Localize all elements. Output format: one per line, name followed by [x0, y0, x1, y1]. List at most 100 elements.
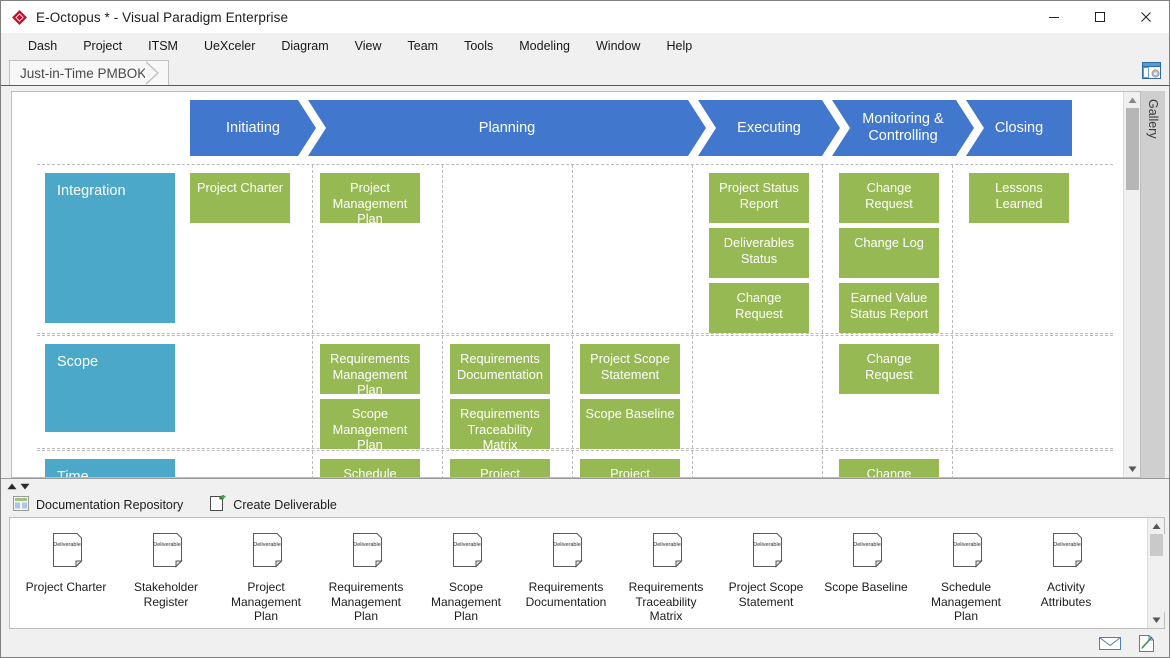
- menu-item-view[interactable]: View: [342, 36, 395, 56]
- list-item[interactable]: Deliverable ActivityAttributes: [1016, 530, 1116, 609]
- panel-splitter[interactable]: [1, 478, 1169, 492]
- deliverable-document-icon: Deliverable: [846, 530, 886, 576]
- card-lessons-learned[interactable]: LessonsLearned: [969, 173, 1069, 223]
- list-item[interactable]: Deliverable StakeholderRegister: [116, 530, 216, 609]
- status-bar: [1, 629, 1169, 657]
- minimize-button[interactable]: [1031, 1, 1077, 33]
- documentation-repository-button[interactable]: Documentation Repository: [13, 496, 183, 514]
- menu-item-diagram[interactable]: Diagram: [268, 36, 341, 56]
- knowledge-area-time[interactable]: Time: [45, 459, 175, 477]
- card-deliverables-status[interactable]: DeliverablesStatus: [709, 228, 809, 278]
- column-divider: [442, 451, 443, 477]
- menu-item-uexceler[interactable]: UeXceler: [191, 36, 268, 56]
- list-item[interactable]: Deliverable ProjectManagementPlan: [216, 530, 316, 624]
- tab-just-in-time-pmbok[interactable]: Just-in-Time PMBOK: [9, 60, 169, 85]
- scrollbar-track[interactable]: [1148, 534, 1165, 612]
- list-item[interactable]: Deliverable RequirementsTraceabilityMatr…: [616, 530, 716, 624]
- card-requirements-traceability-matrix[interactable]: RequirementsTraceabilityMatrix: [450, 399, 550, 449]
- column-divider: [572, 451, 573, 477]
- repository-toolbar: Documentation Repository Create Delivera…: [1, 492, 1169, 517]
- document-tab-strip: Just-in-Time PMBOK: [1, 58, 1169, 86]
- visual-paradigm-diamond-logo-icon: [11, 9, 28, 26]
- card-project-management-plan[interactable]: ProjectManagementPlan: [320, 173, 420, 223]
- card-requirements-documentation[interactable]: RequirementsDocumentation: [450, 344, 550, 394]
- deliverable-document-icon: Deliverable: [246, 530, 286, 576]
- splitter-collapse-up-icon[interactable]: [7, 478, 17, 493]
- create-deliverable-button[interactable]: Create Deliverable: [209, 495, 337, 515]
- deliverable-label: ProjectManagementPlan: [218, 580, 314, 624]
- phase-label: Closing: [995, 120, 1043, 137]
- pmbok-matrix-diagram[interactable]: Initiating Planning Executing Monitoring…: [12, 92, 1123, 477]
- card-project-charter[interactable]: Project Charter: [190, 173, 290, 223]
- matrix-row-time: Time Schedule Project Project Change: [37, 450, 1113, 477]
- menu-item-project[interactable]: Project: [70, 36, 135, 56]
- scrollbar-thumb[interactable]: [1126, 108, 1139, 190]
- card-change-request[interactable]: ChangeRequest: [839, 344, 939, 394]
- list-item[interactable]: Deliverable RequirementsDocumentation: [516, 530, 616, 609]
- deliverable-list-scrollbar[interactable]: [1147, 518, 1164, 628]
- column-divider: [442, 165, 443, 333]
- list-item[interactable]: Deliverable ScopeManagementPlan: [416, 530, 516, 624]
- phase-planning[interactable]: Planning: [308, 100, 706, 156]
- menu-item-itsm[interactable]: ITSM: [135, 36, 191, 56]
- scroll-up-arrow-icon[interactable]: [1148, 518, 1165, 534]
- menu-item-modeling[interactable]: Modeling: [506, 36, 583, 56]
- phase-initiating[interactable]: Initiating: [190, 100, 316, 156]
- splitter-collapse-down-icon[interactable]: [20, 478, 30, 493]
- card-label: ChangeRequest: [865, 351, 913, 382]
- column-divider: [572, 165, 573, 333]
- deliverable-label: Scope Baseline: [818, 580, 914, 595]
- card-change[interactable]: Change: [839, 459, 939, 477]
- svg-text:Deliverable: Deliverable: [753, 542, 781, 548]
- phase-monitoring-controlling[interactable]: Monitoring &Controlling: [832, 100, 974, 156]
- phase-label: Monitoring &Controlling: [862, 111, 943, 144]
- card-project-scope-statement[interactable]: Project ScopeStatement: [580, 344, 680, 394]
- list-item[interactable]: Deliverable RequirementsManagementPlan: [316, 530, 416, 624]
- card-scope-management-plan[interactable]: ScopeManagementPlan: [320, 399, 420, 449]
- menu-bar: Dash Project ITSM UeXceler Diagram View …: [1, 33, 1169, 58]
- menu-item-dash[interactable]: Dash: [15, 36, 70, 56]
- card-earned-value-status-report[interactable]: Earned ValueStatus Report: [839, 283, 939, 333]
- scroll-down-arrow-icon[interactable]: [1148, 612, 1165, 628]
- list-item[interactable]: Deliverable Scope Baseline: [816, 530, 916, 595]
- maximize-button[interactable]: [1077, 1, 1123, 33]
- card-project[interactable]: Project: [580, 459, 680, 477]
- card-project[interactable]: Project: [450, 459, 550, 477]
- menu-item-help[interactable]: Help: [653, 36, 705, 56]
- scrollbar-thumb[interactable]: [1150, 534, 1163, 556]
- scrollbar-track[interactable]: [1124, 108, 1141, 461]
- list-item[interactable]: Deliverable ScheduleManagementPlan: [916, 530, 1016, 624]
- menu-item-team[interactable]: Team: [395, 36, 452, 56]
- scroll-down-arrow-icon[interactable]: [1124, 461, 1141, 477]
- knowledge-area-integration[interactable]: Integration: [45, 173, 175, 323]
- column-divider: [952, 336, 953, 448]
- deliverable-document-icon: Deliverable: [1046, 530, 1086, 576]
- tab-label: Just-in-Time PMBOK: [20, 66, 146, 81]
- phase-executing[interactable]: Executing: [698, 100, 840, 156]
- card-change-log[interactable]: Change Log: [839, 228, 939, 278]
- column-divider: [572, 336, 573, 448]
- card-requirements-management-plan[interactable]: RequirementsManagementPlan: [320, 344, 420, 394]
- card-change-request[interactable]: ChangeRequest: [839, 173, 939, 223]
- document-edit-pen-icon[interactable]: [1135, 634, 1157, 652]
- card-change-request[interactable]: ChangeRequest: [709, 283, 809, 333]
- svg-text:Deliverable: Deliverable: [553, 542, 581, 548]
- list-item[interactable]: Deliverable Project Charter: [16, 530, 116, 595]
- card-label: Schedule: [343, 466, 396, 477]
- card-schedule[interactable]: Schedule: [320, 459, 420, 477]
- menu-item-tools[interactable]: Tools: [451, 36, 506, 56]
- diagram-vertical-scrollbar[interactable]: [1123, 92, 1140, 477]
- scroll-up-arrow-icon[interactable]: [1124, 92, 1141, 108]
- list-item[interactable]: Deliverable Project ScopeStatement: [716, 530, 816, 609]
- gallery-side-tab[interactable]: Gallery: [1141, 91, 1165, 478]
- card-project-status-report[interactable]: Project StatusReport: [709, 173, 809, 223]
- close-button[interactable]: [1123, 1, 1169, 33]
- card-scope-baseline[interactable]: Scope Baseline: [580, 399, 680, 449]
- card-label: LessonsLearned: [995, 180, 1043, 211]
- knowledge-area-scope[interactable]: Scope: [45, 344, 175, 432]
- mail-envelope-icon[interactable]: [1099, 634, 1121, 652]
- deliverable-label: Project Charter: [18, 580, 114, 595]
- window-layout-icon[interactable]: [1142, 62, 1161, 82]
- menu-item-window[interactable]: Window: [583, 36, 653, 56]
- phase-closing[interactable]: Closing: [966, 100, 1072, 156]
